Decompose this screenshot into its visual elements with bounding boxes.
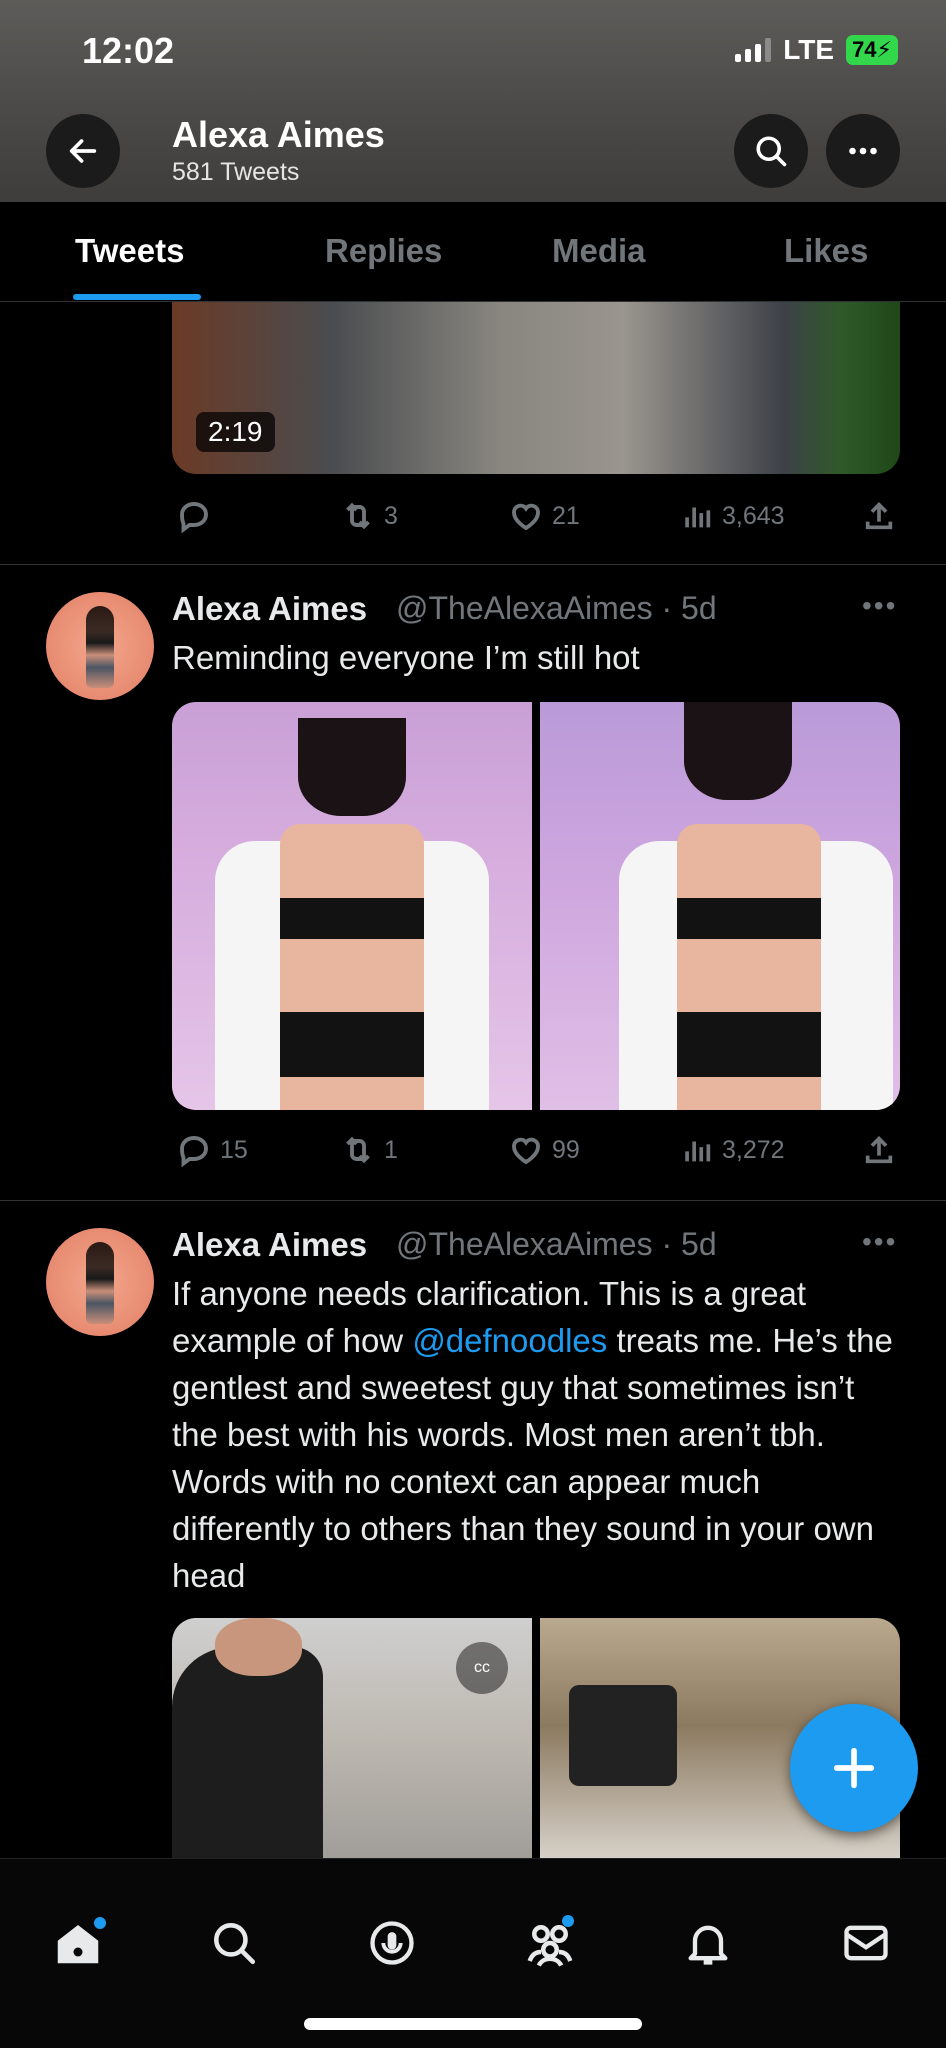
like-count: 21 — [552, 501, 580, 530]
arrow-left-icon — [69, 139, 97, 163]
more-button[interactable] — [826, 114, 900, 188]
like-count: 99 — [552, 1135, 580, 1164]
tweet-text-tail: treats me. He’s the gentlest and sweetes… — [172, 1322, 893, 1594]
retweet-count: 1 — [384, 1135, 398, 1164]
tab-tweets[interactable]: Tweets — [75, 232, 184, 270]
tweet-video[interactable]: 2:19 — [172, 302, 900, 474]
tweet-photo[interactable]: cc — [172, 1618, 532, 1858]
tweet-author-name[interactable]: Alexa Aimes — [172, 1226, 367, 1264]
plus-icon — [833, 1747, 875, 1789]
divider — [0, 564, 946, 565]
share-icon — [865, 1136, 893, 1164]
view-count: 3,272 — [722, 1135, 785, 1164]
tweet-photos: cc — [172, 1618, 900, 1858]
avatar[interactable] — [46, 592, 154, 700]
bell-icon — [688, 1925, 728, 1965]
reply-button[interactable] — [176, 498, 212, 534]
profile-tabs: Tweets Replies Media Likes — [0, 202, 946, 302]
retweet-icon — [346, 1136, 370, 1164]
profile-name: Alexa Aimes — [172, 114, 385, 155]
notification-dot — [562, 1915, 574, 1927]
tweet-photo[interactable] — [540, 702, 900, 1110]
views-button[interactable]: 3,272 — [680, 1133, 785, 1167]
nav-home[interactable] — [48, 1913, 108, 1973]
tweet-photo[interactable] — [172, 702, 532, 1110]
views-button[interactable]: 3,643 — [680, 499, 785, 533]
status-indicators: LTE 74⚡ — [735, 34, 898, 66]
signal-icon — [735, 38, 772, 62]
retweet-count: 3 — [384, 501, 398, 530]
heart-icon — [512, 503, 540, 531]
like-button[interactable]: 21 — [508, 498, 580, 534]
tweet-count: 581 Tweets — [172, 158, 300, 186]
search-icon — [756, 136, 787, 167]
reply-icon — [180, 1136, 208, 1168]
nav-search[interactable] — [204, 1913, 264, 1973]
like-button[interactable]: 99 — [508, 1132, 580, 1168]
avatar[interactable] — [46, 1228, 154, 1336]
envelope-icon — [844, 1925, 888, 1961]
network-label: LTE — [783, 34, 835, 65]
back-button[interactable] — [46, 114, 120, 188]
home-indicator — [304, 2018, 642, 2030]
tweet-text: If anyone needs clarification. This is a… — [172, 1270, 902, 1599]
search-button[interactable] — [734, 114, 808, 188]
nav-messages[interactable] — [836, 1913, 896, 1973]
tab-likes[interactable]: Likes — [784, 232, 868, 270]
retweet-icon — [346, 502, 370, 530]
notification-dot — [94, 1917, 106, 1929]
tweet-more-icon[interactable]: ••• — [862, 590, 897, 622]
tab-media[interactable]: Media — [552, 232, 646, 270]
share-icon — [865, 502, 893, 530]
tweet-author-handle[interactable]: @TheAlexaAimes · 5d — [396, 590, 717, 627]
views-icon — [685, 507, 711, 528]
share-button[interactable] — [862, 1133, 896, 1167]
tweet-photos — [172, 702, 900, 1110]
status-time: 12:02 — [82, 30, 175, 71]
spaces-icon — [370, 1921, 414, 1965]
divider — [0, 1200, 946, 1201]
reply-count: 15 — [220, 1135, 248, 1164]
mention-link[interactable]: @defnoodles — [412, 1322, 607, 1359]
tab-replies[interactable]: Replies — [325, 232, 442, 270]
tweet-actions: 15 1 99 3,272 — [172, 1128, 900, 1172]
retweet-button[interactable]: 1 — [340, 1132, 398, 1168]
nav-notifications[interactable] — [678, 1913, 738, 1973]
battery-icon: 74⚡ — [846, 35, 898, 65]
ellipsis-icon — [849, 147, 877, 155]
retweet-button[interactable]: 3 — [340, 498, 398, 534]
tweet-text: Reminding everyone I’m still hot — [172, 639, 640, 676]
tweet-author-handle[interactable]: @TheAlexaAimes · 5d — [396, 1226, 717, 1263]
nav-spaces[interactable] — [362, 1913, 422, 1973]
battery-level: 74 — [852, 37, 877, 62]
compose-tweet-button[interactable] — [790, 1704, 918, 1832]
share-button[interactable] — [862, 499, 896, 533]
active-tab-indicator — [73, 294, 201, 300]
profile-header: 12:02 LTE 74⚡ Alexa Aimes 581 Tweets — [0, 0, 946, 202]
search-icon — [214, 1923, 256, 1965]
tweet-author-name[interactable]: Alexa Aimes — [172, 590, 367, 628]
reply-button[interactable]: 15 — [176, 1132, 248, 1168]
views-icon — [685, 1141, 711, 1162]
captions-icon: cc — [456, 1642, 508, 1694]
reply-icon — [180, 502, 208, 534]
video-duration: 2:19 — [196, 412, 275, 452]
nav-communities[interactable] — [520, 1913, 580, 1973]
heart-icon — [512, 1137, 540, 1165]
view-count: 3,643 — [722, 501, 785, 530]
tweet-more-icon[interactable]: ••• — [862, 1226, 897, 1258]
tweet-actions: 3 21 3,643 — [172, 494, 900, 538]
